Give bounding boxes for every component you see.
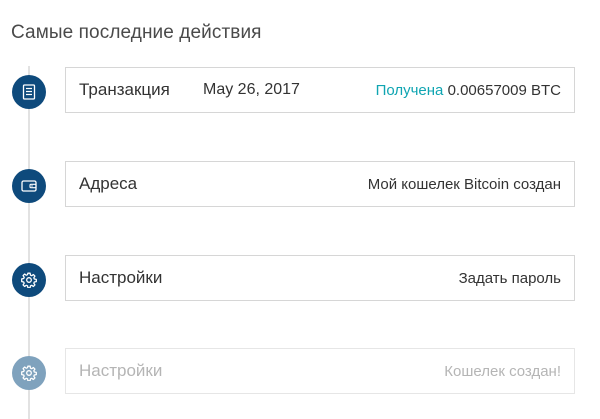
- gear-icon: [21, 365, 37, 381]
- activity-card[interactable]: Транзакция May 26, 2017 Получена 0.00657…: [65, 67, 575, 113]
- activity-card[interactable]: Настройки Кошелек создан!: [65, 348, 575, 394]
- activity-item-settings-password[interactable]: Настройки Задать пароль: [0, 255, 600, 303]
- activity-label: Настройки: [79, 361, 163, 380]
- section-title: Самые последние действия: [11, 22, 262, 43]
- timeline-marker: [12, 356, 46, 390]
- activity-label: Адреса: [79, 174, 138, 193]
- activity-date: May 26, 2017: [203, 81, 300, 98]
- document-icon: [22, 84, 36, 100]
- wallet-icon: [21, 180, 37, 192]
- activity-card[interactable]: Настройки Задать пароль: [65, 255, 575, 301]
- activity-card[interactable]: Адреса Мой кошелек Bitcoin создан: [65, 161, 575, 207]
- activity-item-settings-wallet-created[interactable]: Настройки Кошелек создан!: [0, 348, 600, 396]
- activity-label: Транзакция: [79, 80, 170, 99]
- activity-detail: Мой кошелек Bitcoin создан: [367, 175, 561, 193]
- status-received: Получена: [375, 81, 444, 99]
- gear-icon: [21, 272, 37, 288]
- transaction-amount: 0.00657009 BTC: [447, 81, 561, 99]
- activity-summary: Получена 0.00657009 BTC: [376, 82, 561, 99]
- activity-item-addresses[interactable]: Адреса Мой кошелек Bitcoin создан: [0, 161, 600, 209]
- activity-item-transaction[interactable]: Транзакция May 26, 2017 Получена 0.00657…: [0, 67, 600, 115]
- activity-detail: Задать пароль: [458, 269, 561, 287]
- timeline-marker: [12, 169, 46, 203]
- activity-label: Настройки: [79, 268, 163, 287]
- timeline-marker: [12, 263, 46, 297]
- timeline-marker: [12, 75, 46, 109]
- activity-detail: Кошелек создан!: [444, 362, 561, 380]
